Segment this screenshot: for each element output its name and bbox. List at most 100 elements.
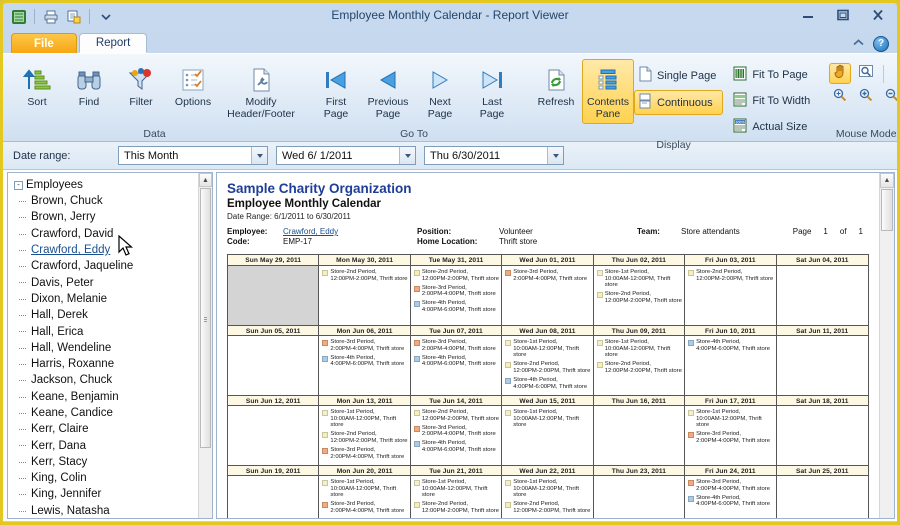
report-scrollbar-thumb[interactable] — [881, 189, 893, 231]
contents-pane-button[interactable]: Contents Pane — [582, 59, 634, 124]
single-page-button[interactable]: Single Page — [634, 63, 723, 88]
calendar-day-cell[interactable]: Store-1st Period,10:00AM-12:00PM, Thrift… — [319, 406, 410, 465]
chevron-up-icon[interactable] — [852, 38, 865, 50]
calendar-day-cell[interactable]: Store-2nd Period,12:00PM-2:00PM, Thrift … — [411, 406, 502, 465]
tree-item-employee[interactable]: Kerr, Dana — [14, 437, 212, 453]
chevron-down-icon[interactable] — [251, 147, 267, 164]
tree-item-employee[interactable]: Kerr, Claire — [14, 421, 212, 437]
fit-to-width-button[interactable]: Fit To Width — [729, 89, 817, 113]
tree-item-employee[interactable]: Keane, Benjamin — [14, 389, 212, 405]
calendar-event[interactable]: Store-3rd Period,2:00PM-4:00PM, Thrift s… — [688, 431, 773, 444]
calendar-event[interactable]: Store-1st Period,10:00AM-12:00PM, Thrift… — [597, 339, 682, 359]
contents-pane-scrollbar[interactable]: ▲ — [198, 173, 212, 518]
calendar-event[interactable]: Store-2nd Period,12:00PM-2:00PM, Thrift … — [505, 501, 590, 514]
calendar-day-cell[interactable]: Store-2nd Period,12:00PM-2:00PM, Thrift … — [685, 266, 776, 325]
calendar-event[interactable]: Store-4th Period,4:00PM-6:00PM, Thrift s… — [322, 355, 407, 368]
tree-expander-icon[interactable]: - — [14, 181, 23, 190]
calendar-day-cell[interactable]: Store-2nd Period,12:00PM-2:00PM, Thrift … — [319, 266, 410, 325]
calendar-day-cell[interactable]: Store-3rd Period,2:00PM-4:00PM, Thrift s… — [319, 336, 410, 395]
tree-item-employee[interactable]: Jackson, Chuck — [14, 372, 212, 388]
zoom-in-button[interactable] — [855, 87, 877, 108]
calendar-event[interactable]: Store-2nd Period,12:00PM-2:00PM, Thrift … — [597, 361, 682, 374]
tree-item-employee[interactable]: Crawford, David — [14, 226, 212, 242]
calendar-day-cell[interactable] — [228, 476, 319, 518]
calendar-day-cell[interactable] — [228, 266, 319, 325]
help-button[interactable]: ? — [873, 36, 889, 52]
calendar-event[interactable]: Store-4th Period,4:00PM-6:00PM, Thrift s… — [505, 377, 590, 390]
tree-item-employee[interactable]: Brown, Jerry — [14, 209, 212, 225]
calendar-event[interactable]: Store-4th Period,4:00PM-6:00PM, Thrift s… — [688, 339, 773, 352]
calendar-day-cell[interactable]: Store-1st Period,10:00AM-12:00PM, Thrift… — [502, 336, 593, 395]
calendar-day-cell[interactable]: Store-1st Period,10:00AM-12:00PM, Thrift… — [594, 336, 685, 395]
tree-item-employee[interactable]: King, Jennifer — [14, 486, 212, 502]
actual-size-button[interactable]: 100% Actual Size — [729, 115, 817, 139]
calendar-event[interactable]: Store-2nd Period,12:00PM-2:00PM, Thrift … — [597, 291, 682, 304]
calendar-event[interactable]: Store-2nd Period,12:00PM-2:00PM, Thrift … — [414, 501, 499, 514]
calendar-event[interactable]: Store-1st Period,10:00AM-12:00PM, Thrift… — [688, 409, 773, 429]
calendar-event[interactable]: Store-1st Period,10:00AM-12:00PM, Thrift… — [322, 409, 407, 429]
calendar-event[interactable]: Store-3rd Period,2:00PM-4:00PM, Thrift s… — [414, 339, 499, 352]
tree-item-employee[interactable]: Hall, Wendeline — [14, 340, 212, 356]
calendar-day-cell[interactable]: Store-1st Period,10:00AM-12:00PM, Thrift… — [319, 476, 410, 518]
calendar-day-cell[interactable]: Store-3rd Period,2:00PM-4:00PM, Thrift s… — [685, 476, 776, 518]
calendar-day-cell[interactable] — [777, 336, 868, 395]
calendar-event[interactable]: Store-2nd Period,12:00PM-2:00PM, Thrift … — [322, 431, 407, 444]
tree-item-employee[interactable]: Crawford, Jaqueline — [14, 258, 212, 274]
continuous-button[interactable]: Continuous — [634, 90, 723, 115]
tree-item-employee[interactable]: King, Colin — [14, 470, 212, 486]
minimize-button[interactable] — [795, 6, 821, 23]
calendar-day-cell[interactable]: Store-1st Period,10:00AM-12:00PM, Thrift… — [411, 476, 502, 518]
tree-item-employee[interactable]: Hall, Erica — [14, 323, 212, 339]
calendar-event[interactable]: Store-1st Period,10:00AM-12:00PM, Thrift… — [597, 269, 682, 289]
first-page-button[interactable]: First Page — [310, 59, 362, 124]
calendar-event[interactable]: Store-2nd Period,12:00PM-2:00PM, Thrift … — [414, 409, 499, 422]
refresh-button[interactable]: Refresh — [530, 59, 582, 113]
calendar-event[interactable]: Store-3rd Period,2:00PM-4:00PM, Thrift s… — [688, 479, 773, 492]
options-button[interactable]: Options — [167, 59, 219, 113]
calendar-event[interactable]: Store-4th Period,4:00PM-6:00PM, Thrift s… — [688, 495, 773, 508]
calendar-day-cell[interactable] — [594, 476, 685, 518]
calendar-day-cell[interactable]: Store-1st Period,10:00AM-12:00PM, Thrift… — [594, 266, 685, 325]
calendar-event[interactable]: Store-3rd Period,2:00PM-4:00PM, Thrift s… — [322, 447, 407, 460]
calendar-event[interactable]: Store-4th Period,4:00PM-6:00PM, Thrift s… — [414, 300, 499, 313]
calendar-day-cell[interactable] — [228, 336, 319, 395]
calendar-day-cell[interactable] — [228, 406, 319, 465]
tree-item-employee[interactable]: Davis, Peter — [14, 274, 212, 290]
calendar-event[interactable]: Store-4th Period,4:00PM-6:00PM, Thrift s… — [414, 355, 499, 368]
report-scroll-up-icon[interactable]: ▲ — [880, 173, 894, 188]
calendar-event[interactable]: Store-1st Period,10:00AM-12:00PM, Thrift… — [505, 479, 590, 499]
scroll-up-icon[interactable]: ▲ — [199, 173, 212, 187]
calendar-event[interactable]: Store-3rd Period,2:00PM-4:00PM, Thrift s… — [322, 501, 407, 514]
calendar-day-cell[interactable] — [777, 266, 868, 325]
modify-header-footer-button[interactable]: Modify Header/Footer — [224, 59, 298, 124]
tree-root-employees[interactable]: - Employees — [14, 177, 212, 193]
zoom-fit-button[interactable] — [829, 87, 851, 108]
tree-item-employee[interactable]: Hall, Derek — [14, 307, 212, 323]
tab-report[interactable]: Report — [79, 33, 148, 53]
maximize-button[interactable] — [830, 6, 856, 23]
calendar-day-cell[interactable]: Store-4th Period,4:00PM-6:00PM, Thrift s… — [685, 336, 776, 395]
tree-item-employee[interactable]: Harris, Roxanne — [14, 356, 212, 372]
calendar-day-cell[interactable] — [777, 406, 868, 465]
hand-tool-button[interactable] — [829, 63, 851, 84]
start-date-picker[interactable]: Wed 6/ 1/2011 — [276, 146, 416, 165]
report-scrollbar[interactable]: ▲ — [879, 173, 894, 518]
last-page-button[interactable]: Last Page — [466, 59, 518, 124]
calendar-event[interactable]: Store-2nd Period,12:00PM-2:00PM, Thrift … — [505, 361, 590, 374]
calendar-event[interactable]: Store-1st Period,10:00AM-12:00PM, Thrift… — [414, 479, 499, 499]
employee-value[interactable]: Crawford, Eddy — [283, 227, 338, 237]
tree-item-employee[interactable]: Kerr, Stacy — [14, 454, 212, 470]
calendar-day-cell[interactable]: Store-1st Period,10:00AM-12:00PM, Thrift… — [685, 406, 776, 465]
calendar-day-cell[interactable]: Store-3rd Period,2:00PM-4:00PM, Thrift s… — [411, 336, 502, 395]
tree-item-employee[interactable]: Lewis, Natasha — [14, 503, 212, 519]
tree-item-employee[interactable]: Dixon, Melanie — [14, 291, 212, 307]
tree-item-employee[interactable]: Keane, Candice — [14, 405, 212, 421]
calendar-day-cell[interactable] — [594, 406, 685, 465]
find-button[interactable]: Find — [63, 59, 115, 113]
fit-to-page-button[interactable]: Fit To Page — [729, 63, 817, 87]
calendar-day-cell[interactable]: Store-1st Period,10:00AM-12:00PM, Thrift… — [502, 476, 593, 518]
calendar-event[interactable]: Store-1st Period,10:00AM-12:00PM, Thrift… — [322, 479, 407, 499]
chevron-down-icon-end[interactable] — [547, 147, 563, 164]
zoom-out-button[interactable] — [881, 87, 900, 108]
calendar-event[interactable]: Store-2nd Period,12:00PM-2:00PM, Thrift … — [688, 269, 773, 282]
